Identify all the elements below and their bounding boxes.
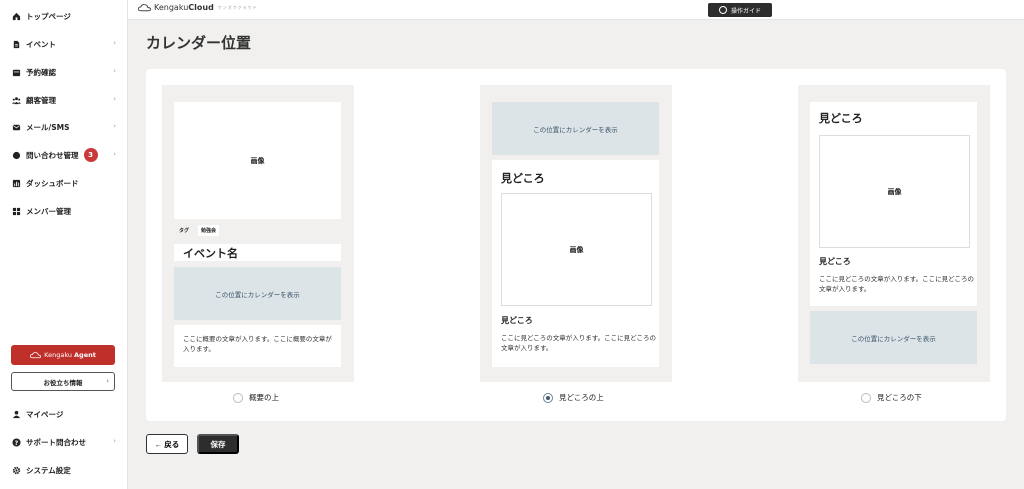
operation-guide-button[interactable]: 操作ガイド [708,3,772,17]
cloud-icon [138,4,151,12]
sidebar-item-reservation[interactable]: 予約確認 › [12,63,120,81]
calendar-placeholder: この位置にカレンダーを表示 [174,267,341,320]
calendar-placeholder: この位置にカレンダーを表示 [810,311,977,364]
event-name: イベント名 [183,247,238,260]
highlights-block: 見どころ 画像 見どころ ここに見どころの文章が入ります。ここに見どころの文章が… [810,102,977,306]
kengaku-agent-button[interactable]: Kengaku Agent [11,345,115,365]
help-icon: ? [12,437,21,446]
highlights-text: ここに見どころの文章が入ります。ここに見どころの文章が入ります。 [819,275,974,293]
guide-label: 操作ガイド [730,7,761,15]
image-placeholder: 画像 [174,102,341,219]
sidebar-item-members[interactable]: メンバー管理 [12,202,120,220]
sidebar-item-support[interactable]: ? サポート問合わせ › [12,433,120,451]
tag-label: タグ [179,228,190,234]
sidebar-item-customers[interactable]: 顧客管理 › [12,91,120,109]
user-icon [12,410,21,418]
radio-above-highlights[interactable]: 見どころの上 [543,392,604,403]
calendar-placeholder: この位置にカレンダーを表示 [492,102,659,155]
users-icon [12,96,21,104]
highlights-text: ここに見どころの文章が入ります。ここに見どころの文章が入ります。 [501,334,656,352]
sidebar-item-label: マイページ [26,409,64,419]
svg-text:?: ? [15,439,19,446]
chevron-right-icon: › [106,377,109,385]
sidebar-item-label: 顧客管理 [26,95,56,105]
chevron-right-icon: › [113,67,116,75]
tag-label: 勉強会 [198,225,220,236]
sidebar-item-dashboard[interactable]: ダッシュボード [12,174,120,192]
sidebar-item-label: サポート問合わせ [26,437,86,447]
sidebar: トップページ イベント › 予約確認 › 顧客管理 › メール/SMS › 問い… [0,0,128,489]
sidebar-item-settings[interactable]: システム設定 [12,461,120,479]
chart-icon [12,179,21,187]
top-header: Kengaku Cloud ケンガククラウド 操作ガイド [128,0,1024,20]
highlights-subheading: 見どころ [819,257,851,266]
cloud-icon [30,352,42,359]
grid-icon [12,207,21,215]
page-title: カレンダー位置 [146,34,252,52]
highlights-heading: 見どころ [819,112,863,125]
radio-above-overview[interactable]: 概要の上 [233,392,279,403]
radio-circle[interactable] [233,392,243,403]
logo-bold-text: Cloud [188,3,214,12]
sidebar-item-event[interactable]: イベント › [12,35,120,53]
chevron-right-icon: › [113,437,116,445]
option-preview-above-overview[interactable]: 画像 タグ 勉強会 イベント名 この位置にカレンダーを表示 ここに概要の文章が入… [162,85,354,382]
chevron-right-icon: › [113,150,116,158]
sidebar-item-label: イベント [26,39,56,49]
sidebar-item-label: ダッシュボード [26,178,79,188]
logo-text: Kengaku [154,3,189,12]
highlights-heading: 見どころ [501,172,545,185]
calendar-position-card: 画像 タグ 勉強会 イベント名 この位置にカレンダーを表示 ここに概要の文章が入… [146,69,1006,421]
highlights-block: 見どころ 画像 見どころ ここに見どころの文章が入ります。ここに見どころの文章が… [492,160,659,367]
kengaku-cloud-logo[interactable]: Kengaku Cloud ケンガククラウド [138,3,258,12]
image-placeholder: 画像 [819,135,970,248]
image-placeholder: 画像 [501,193,652,306]
highlights-subheading: 見どころ [501,316,533,325]
sidebar-item-inquiries[interactable]: 問い合わせ管理 3 › [12,146,120,164]
inquiry-count-badge: 3 [83,148,98,162]
compass-icon [718,6,727,14]
chevron-right-icon: › [113,95,116,103]
sidebar-item-label: 問い合わせ管理 [26,150,79,160]
sidebar-item-label: メンバー管理 [26,206,71,216]
calendar-icon [12,69,21,76]
overview-block: ここに概要の文章が入ります。ここに概要の文章が入ります。 [174,325,341,367]
useful-info-button[interactable]: お役立ち情報 › [11,372,115,391]
radio-below-highlights[interactable]: 見どころの下 [861,392,922,403]
agent-button-bold: Agent [74,351,96,359]
mail-icon [12,124,21,130]
event-name-block: イベント名 [174,244,341,261]
radio-circle[interactable] [861,392,871,403]
option-preview-below-highlights[interactable]: 見どころ 画像 見どころ ここに見どころの文章が入ります。ここに見どころの文章が… [798,85,990,382]
sidebar-item-label: トップページ [26,11,71,21]
radio-label: 見どころの下 [877,393,922,402]
sidebar-item-top[interactable]: トップページ [12,7,120,25]
save-button[interactable]: 保存 [197,434,239,454]
home-icon [12,12,21,20]
sidebar-item-label: システム設定 [26,465,71,475]
sidebar-item-mypage[interactable]: マイページ [12,405,120,423]
chevron-right-icon: › [113,122,116,130]
sidebar-item-label: 予約確認 [26,67,56,77]
useful-info-label: お役立ち情報 [43,378,83,387]
radio-label: 見どころの上 [559,393,604,402]
radio-label: 概要の上 [249,393,279,402]
option-preview-above-highlights[interactable]: この位置にカレンダーを表示 見どころ 画像 見どころ ここに見どころの文章が入り… [480,85,672,382]
document-icon [13,40,20,48]
chevron-right-icon: › [113,39,116,47]
logo-tagline: ケンガククラウド [217,4,258,10]
sidebar-item-label: メール/SMS [26,122,70,132]
gear-icon [12,466,21,474]
overview-text: ここに概要の文章が入ります。ここに概要の文章が入ります。 [183,335,332,353]
back-button[interactable]: ← 戻る [146,434,188,454]
sidebar-item-mail[interactable]: メール/SMS › [12,118,120,136]
agent-button-prefix: Kengaku [44,351,73,359]
radio-circle-selected[interactable] [543,392,553,403]
chat-icon [12,151,21,159]
